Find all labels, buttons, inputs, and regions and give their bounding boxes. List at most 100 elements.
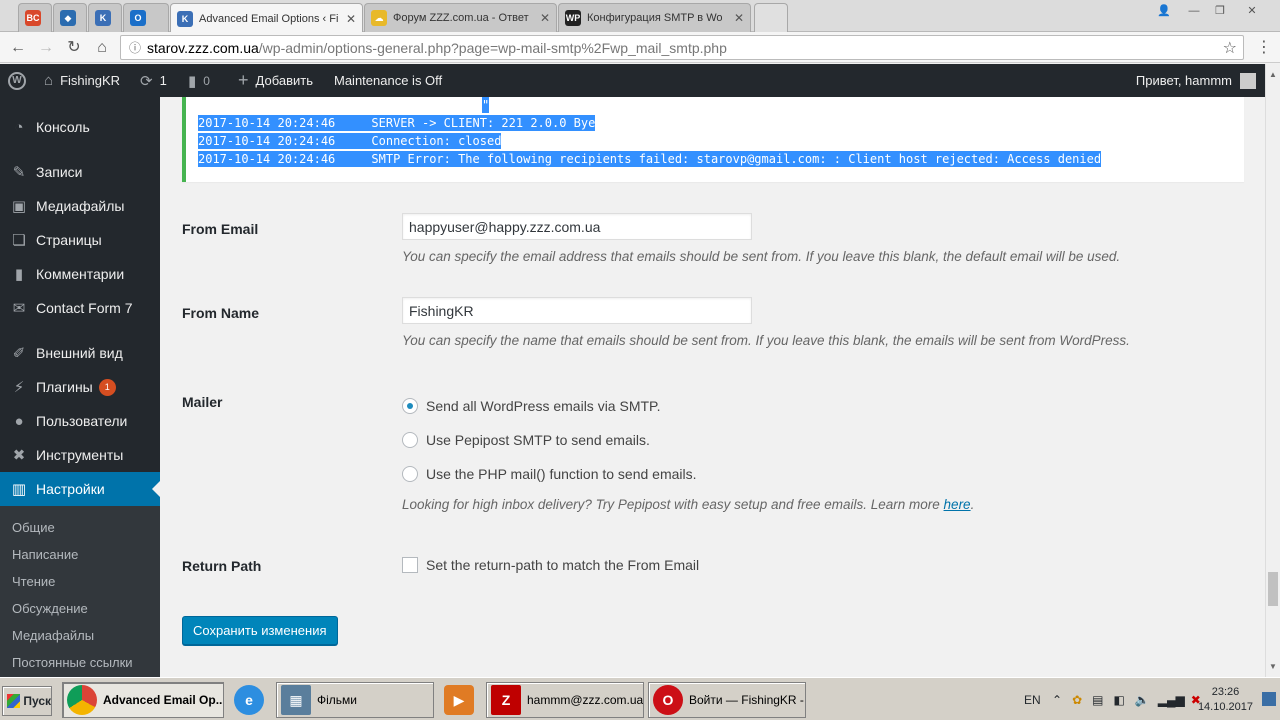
avatar — [1240, 72, 1256, 89]
chrome-icon — [67, 685, 97, 715]
return-path-label: Return Path — [182, 558, 262, 574]
system-tray: EN ⌃ ✿ ▤ ◧ 🔈 ▂▄▆ ✖ 23:26 14.10.2017 — [1024, 682, 1278, 718]
taskbar-films-folder[interactable]: ▦ Фільми — [276, 682, 434, 718]
close-window-icon[interactable]: ✕ — [1240, 2, 1264, 18]
clock[interactable]: 23:26 14.10.2017 — [1198, 685, 1253, 715]
language-indicator[interactable]: EN — [1024, 693, 1041, 707]
k-favicon-icon: K — [177, 10, 193, 27]
tray-device-icon[interactable]: ▤ — [1092, 693, 1103, 707]
browser-tab-3[interactable]: K — [88, 3, 122, 32]
maintenance-link[interactable]: Maintenance is Off — [334, 64, 442, 97]
log-line: 2017-10-14 20:24:46 Connection: closed — [198, 133, 502, 149]
radio-button-checked[interactable] — [402, 398, 418, 414]
windows-taskbar: Пуск Advanced Email Op... e ▦ Фільми ▶ Zh… — [0, 677, 1280, 720]
bc-favicon-icon: BC — [25, 10, 41, 26]
k-favicon-icon: K — [95, 10, 111, 26]
browser-tab-2[interactable]: ◆ — [53, 3, 87, 32]
browser-tab-active[interactable]: K Advanced Email Options ‹ Fi ✕ — [170, 3, 363, 33]
menu-item-posts[interactable]: ✎ Записи — [0, 155, 160, 189]
mailer-option-php-mail[interactable]: Use the PHP mail() function to send emai… — [402, 466, 697, 482]
browser-tab-smtp[interactable]: WP Конфигурация SMTP в Wo ✕ — [558, 3, 751, 32]
scroll-up-icon[interactable]: ▲ — [1269, 70, 1277, 79]
menu-dots-icon[interactable]: ⋮ — [1254, 38, 1274, 58]
restore-icon[interactable]: ❐ — [1208, 2, 1232, 18]
taskbar-ie[interactable]: e — [230, 682, 270, 718]
save-changes-button[interactable]: Сохранить изменения — [182, 616, 338, 645]
tray-network-icon[interactable]: ◧ — [1113, 693, 1124, 707]
scroll-down-icon[interactable]: ▼ — [1269, 662, 1277, 671]
bookmark-star-icon[interactable]: ☆ — [1223, 38, 1237, 58]
return-path-checkbox[interactable] — [402, 557, 418, 573]
submenu-discussion[interactable]: Обсуждение — [12, 601, 88, 616]
menu-item-users[interactable]: ● Пользователи — [0, 404, 160, 438]
tab-title: Advanced Email Options ‹ Fi — [199, 12, 339, 25]
close-tab-icon[interactable]: ✕ — [734, 11, 744, 25]
reload-icon[interactable]: ↻ — [64, 38, 84, 58]
browser-tab-forum[interactable]: ☁ Форум ZZZ.com.ua - Ответ ✕ — [364, 3, 557, 32]
tray-app-icon[interactable]: ✿ — [1072, 693, 1082, 707]
windows-flag-icon — [7, 694, 21, 708]
page-scrollbar[interactable]: ▲ ▼ — [1265, 64, 1280, 677]
submenu-media[interactable]: Медиафайлы — [12, 628, 94, 643]
show-hidden-icons-icon[interactable]: ⌃ — [1052, 693, 1062, 707]
mailer-option-smtp[interactable]: Send all WordPress emails via SMTP. — [402, 398, 660, 414]
browser-tab-1[interactable]: BC — [18, 3, 52, 32]
menu-item-dashboard[interactable]: ◔ Консоль — [0, 110, 160, 144]
submenu-reading[interactable]: Чтение — [12, 574, 55, 589]
menu-item-contact-form[interactable]: ✉ Contact Form 7 — [0, 291, 160, 325]
radio-button[interactable] — [402, 432, 418, 448]
submenu-permalinks[interactable]: Постоянные ссылки — [12, 655, 133, 670]
taskbar-opera[interactable]: O Войти — FishingKR - ... — [648, 682, 806, 718]
mailer-option-pepipost[interactable]: Use Pepipost SMTP to send emails. — [402, 432, 650, 448]
back-arrow-icon[interactable]: ← — [8, 38, 28, 58]
home-icon: ⌂ — [44, 72, 54, 89]
close-tab-icon[interactable]: ✕ — [540, 11, 550, 25]
from-name-input[interactable] — [402, 297, 752, 324]
menu-item-settings[interactable]: ▥ Настройки — [0, 472, 160, 506]
new-tab-button[interactable] — [754, 3, 788, 32]
menu-item-pages[interactable]: ❏ Страницы — [0, 223, 160, 257]
taskbar-chrome[interactable]: Advanced Email Op... — [62, 682, 224, 718]
updates-link[interactable]: ⟳ 1 — [140, 64, 167, 97]
tab-title: Форум ZZZ.com.ua - Ответ — [393, 12, 529, 24]
browser-tab-4[interactable]: O — [123, 3, 169, 32]
comments-icon: ▮ — [14, 266, 24, 283]
close-tab-icon[interactable]: ✕ — [346, 12, 356, 26]
volume-icon[interactable]: 🔈 — [1135, 693, 1150, 707]
menu-item-media[interactable]: ▣ Медиафайлы — [0, 189, 160, 223]
add-new-link[interactable]: + Добавить — [238, 64, 313, 97]
filezilla-icon: Z — [491, 685, 521, 715]
radio-button[interactable] — [402, 466, 418, 482]
signal-icon[interactable]: ▂▄▆ — [1158, 693, 1185, 707]
url-path: /wp-admin/options-general.php?page=wp-ma… — [258, 39, 727, 56]
menu-item-tools[interactable]: ✖ Инструменты — [0, 438, 160, 472]
forward-arrow-icon[interactable]: → — [36, 38, 56, 58]
menu-item-comments[interactable]: ▮ Комментарии — [0, 257, 160, 291]
menu-item-plugins[interactable]: ⚡ Плагины 1 — [0, 370, 160, 404]
submenu-general[interactable]: Общие — [12, 520, 55, 535]
account-menu[interactable]: Привет, hammm — [1136, 64, 1256, 97]
log-line: 2017-10-14 20:24:46 SERVER -> CLIENT: 22… — [198, 115, 596, 131]
scroll-thumb[interactable] — [1268, 572, 1278, 606]
opera-icon: O — [653, 685, 683, 715]
from-email-input[interactable] — [402, 213, 752, 240]
menu-item-appearance[interactable]: ✐ Внешний вид — [0, 336, 160, 370]
url-host: starov.zzz.com.ua — [147, 39, 259, 56]
address-bar[interactable]: ⓘ starov.zzz.com.ua/wp-admin/options-gen… — [120, 35, 1244, 60]
start-button[interactable]: Пуск — [2, 686, 52, 716]
taskbar-filezilla[interactable]: Zhammm@zzz.com.ua ... — [486, 682, 644, 718]
site-name-link[interactable]: ⌂ FishingKR — [44, 64, 120, 97]
wp-logo-icon[interactable]: W — [8, 64, 26, 97]
home-icon[interactable]: ⌂ — [92, 38, 112, 58]
taskbar-media-player[interactable]: ▶ — [440, 682, 480, 718]
minimize-icon[interactable]: — — [1182, 2, 1206, 18]
show-desktop-icon[interactable] — [1262, 692, 1276, 706]
mailer-label: Mailer — [182, 394, 223, 410]
profile-icon[interactable]: 👤 — [1152, 2, 1176, 18]
submenu-writing[interactable]: Написание — [12, 547, 78, 562]
return-path-option[interactable]: Set the return-path to match the From Em… — [402, 557, 699, 573]
learn-more-link[interactable]: here — [944, 497, 971, 512]
comments-link[interactable]: ▮ 0 — [188, 64, 210, 97]
film-folder-icon: ▦ — [281, 685, 311, 715]
info-icon[interactable]: ⓘ — [129, 39, 141, 56]
